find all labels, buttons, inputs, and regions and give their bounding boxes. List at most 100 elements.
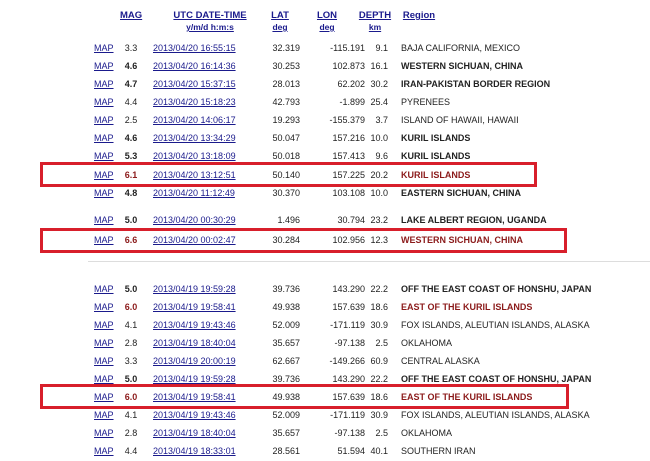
magnitude-cell: 4.4 (124, 97, 138, 107)
datetime-link[interactable]: 2013/04/20 13:34:29 (153, 129, 236, 147)
map-link[interactable]: MAP (94, 442, 114, 460)
map-link[interactable]: MAP (94, 211, 114, 229)
table-row: MAP 3.3 2013/04/20 16:55:15 32.319 -115.191 9… (0, 39, 650, 57)
magnitude-cell: 4.1 (124, 320, 138, 330)
longitude-cell: -1.899 (339, 97, 365, 107)
header-depth[interactable]: DEPTH (355, 10, 395, 21)
map-link[interactable]: MAP (94, 93, 114, 111)
region-cell: FOX ISLANDS, ALEUTIAN ISLANDS, ALASKA (401, 320, 590, 330)
latitude-cell: 19.293 (272, 115, 300, 125)
depth-cell: 2.5 (375, 338, 388, 348)
latitude-cell: 35.657 (272, 428, 300, 438)
datetime-link[interactable]: 2013/04/19 19:43:46 (153, 316, 236, 334)
table-row: MAP 4.4 2013/04/19 18:33:01 28.561 51.594 40.… (0, 442, 650, 460)
latitude-cell: 28.013 (272, 79, 300, 89)
longitude-cell: 62.202 (337, 79, 365, 89)
latitude-cell: 42.793 (272, 97, 300, 107)
latitude-cell: 49.938 (272, 302, 300, 312)
datetime-link[interactable]: 2013/04/19 18:40:04 (153, 424, 236, 442)
magnitude-cell: 4.6 (124, 133, 138, 143)
region-cell: WESTERN SICHUAN, CHINA (401, 61, 524, 71)
longitude-cell: 102.873 (332, 61, 365, 71)
region-cell: OKLAHOMA (401, 428, 453, 438)
datetime-link[interactable]: 2013/04/20 15:18:23 (153, 93, 236, 111)
datetime-link[interactable]: 2013/04/19 19:58:41 (153, 298, 236, 316)
map-link[interactable]: MAP (94, 352, 114, 370)
table-row: MAP 4.7 2013/04/20 15:37:15 28.013 62.202 30.… (0, 75, 650, 93)
longitude-cell: 157.216 (332, 133, 365, 143)
map-link[interactable]: MAP (94, 39, 114, 57)
highlight-box-kuril (40, 162, 537, 187)
region-cell: ISLAND OF HAWAII, HAWAII (401, 115, 519, 125)
latitude-cell: 30.253 (272, 61, 300, 71)
depth-cell: 22.2 (370, 284, 388, 294)
latitude-cell: 35.657 (272, 338, 300, 348)
header-lon[interactable]: LON (313, 10, 341, 21)
map-link[interactable]: MAP (94, 298, 114, 316)
map-link[interactable]: MAP (94, 57, 114, 75)
depth-cell: 18.6 (370, 302, 388, 312)
header-region[interactable]: Region (402, 10, 436, 21)
datetime-link[interactable]: 2013/04/20 16:14:36 (153, 57, 236, 75)
longitude-cell: -149.266 (329, 356, 365, 366)
magnitude-cell: 6.0 (124, 302, 138, 312)
depth-cell: 23.2 (370, 215, 388, 225)
depth-cell: 2.5 (375, 428, 388, 438)
table-row: MAP 4.6 2013/04/20 16:14:36 30.253 102.873 16… (0, 57, 650, 75)
section-divider (88, 261, 650, 262)
datetime-link[interactable]: 2013/04/20 00:30:29 (153, 211, 236, 229)
map-link[interactable]: MAP (94, 75, 114, 93)
region-cell: EAST OF THE KURIL ISLANDS (401, 302, 533, 312)
datetime-link[interactable]: 2013/04/19 20:00:19 (153, 352, 236, 370)
map-link[interactable]: MAP (94, 280, 114, 298)
header-lat-sub: deg (272, 22, 288, 32)
table-row: MAP 4.4 2013/04/20 15:18:23 42.793 -1.899 25.… (0, 93, 650, 111)
header-mag[interactable]: MAG (120, 10, 142, 21)
magnitude-cell: 4.4 (124, 446, 138, 456)
depth-cell: 25.4 (370, 97, 388, 107)
datetime-link[interactable]: 2013/04/19 18:40:04 (153, 334, 236, 352)
table-row: MAP 5.0 2013/04/20 00:30:29 1.496 30.794 23.2… (0, 211, 650, 229)
region-cell: BAJA CALIFORNIA, MEXICO (401, 43, 521, 53)
table-header: MAG UTC DATE-TIME y/m/d h:m:s LAT deg LO… (0, 10, 650, 40)
highlight-box-sichuan (40, 228, 567, 253)
map-link[interactable]: MAP (94, 334, 114, 352)
table-row: MAP 4.6 2013/04/20 13:34:29 50.047 157.216 10… (0, 129, 650, 147)
header-lon-sub: deg (319, 22, 335, 32)
latitude-cell: 28.561 (272, 446, 300, 456)
longitude-cell: 157.639 (332, 302, 365, 312)
table-row: MAP 2.5 2013/04/20 14:06:17 19.293 -155.379 3… (0, 111, 650, 129)
datetime-link[interactable]: 2013/04/20 14:06:17 (153, 111, 236, 129)
header-date-sub: y/m/d h:m:s (186, 22, 234, 32)
header-depth-sub: km (368, 22, 382, 32)
datetime-link[interactable]: 2013/04/19 19:59:28 (153, 280, 236, 298)
table-row: MAP 3.3 2013/04/19 20:00:19 62.667 -149.266 6… (0, 352, 650, 370)
header-lat[interactable]: LAT (266, 10, 294, 21)
longitude-cell: 143.290 (332, 284, 365, 294)
latitude-cell: 39.736 (272, 284, 300, 294)
magnitude-cell: 2.8 (124, 338, 138, 348)
datetime-link[interactable]: 2013/04/20 16:55:15 (153, 39, 236, 57)
longitude-cell: 51.594 (337, 446, 365, 456)
longitude-cell: -155.379 (329, 115, 365, 125)
depth-cell: 60.9 (370, 356, 388, 366)
datetime-link[interactable]: 2013/04/20 15:37:15 (153, 75, 236, 93)
latitude-cell: 62.667 (272, 356, 300, 366)
highlight-box-east-kuril (40, 384, 569, 409)
table-row: MAP 6.0 2013/04/19 19:58:41 49.938 157.639 18… (0, 298, 650, 316)
depth-cell: 30.2 (370, 79, 388, 89)
map-link[interactable]: MAP (94, 111, 114, 129)
map-link[interactable]: MAP (94, 424, 114, 442)
longitude-cell: -171.119 (330, 320, 365, 330)
latitude-cell: 50.047 (272, 133, 300, 143)
map-link[interactable]: MAP (94, 316, 114, 334)
datetime-link[interactable]: 2013/04/19 18:33:01 (153, 442, 236, 460)
table-row: MAP 5.0 2013/04/19 19:59:28 39.736 143.290 22… (0, 280, 650, 298)
depth-cell: 10.0 (370, 133, 388, 143)
map-link[interactable]: MAP (94, 129, 114, 147)
longitude-cell: -115.191 (330, 43, 365, 53)
table-row: MAP 2.8 2013/04/19 18:40:04 35.657 -97.138 2.… (0, 424, 650, 442)
header-date[interactable]: UTC DATE-TIME (150, 10, 270, 21)
region-cell: KURIL ISLANDS (401, 133, 471, 143)
region-cell: SOUTHERN IRAN (401, 446, 476, 456)
